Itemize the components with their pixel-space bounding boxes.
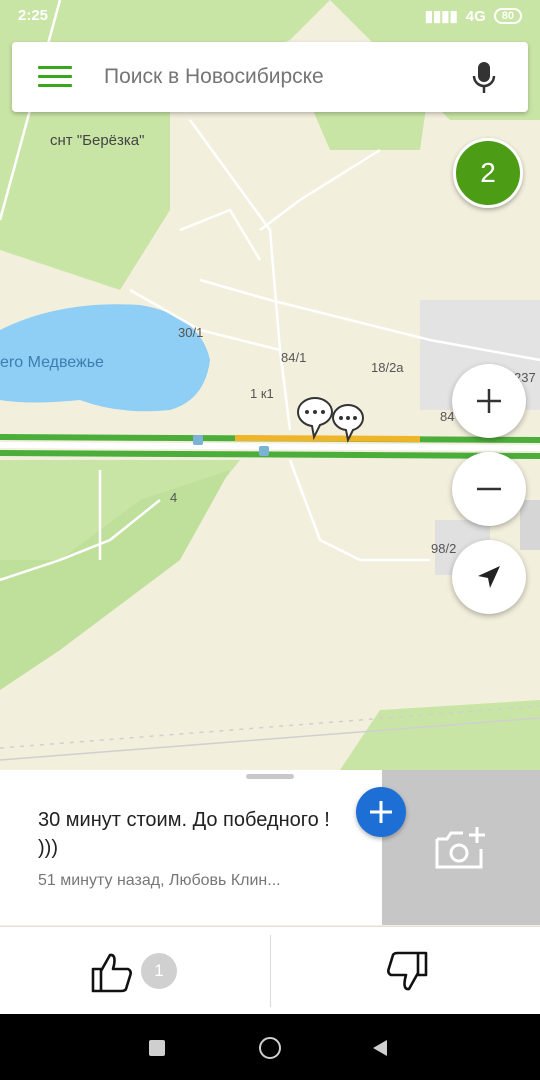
search-bar [12,42,528,112]
camera-plus-icon [435,826,485,868]
back-button[interactable] [371,1038,389,1058]
add-comment-button[interactable] [356,787,406,837]
comment-text: 30 минут стоим. До победного ! ))) [38,809,330,859]
signal-icon: ▮▮▮▮ [424,8,458,25]
map-label: 18/2а [371,360,404,375]
map-label: 30/1 [178,325,204,340]
battery-level: 80 [493,8,522,24]
add-photo-button[interactable] [382,770,540,925]
comment-meta: 51 минуту назад, Любовь Клин... [38,872,281,889]
recents-button[interactable] [149,1040,165,1056]
thumbs-up-icon[interactable] [90,951,134,993]
zoom-in-button[interactable] [452,364,526,438]
minus-icon [477,487,501,491]
like-count: 1 [141,953,177,989]
vote-divider [270,935,271,1007]
map-label: 4 [170,490,178,505]
network-type: 4G [465,7,486,25]
map-label: 1 к1 [250,386,274,401]
map-label: 84 [440,409,455,424]
layers-count-badge[interactable]: 2 [453,138,523,208]
plus-icon [477,389,501,413]
search-input[interactable] [102,64,446,90]
my-location-button[interactable] [452,540,526,614]
map-label: 98/2 [431,541,457,556]
home-button[interactable] [259,1037,281,1059]
map-label: снт "Берёзка" [50,132,145,149]
menu-icon[interactable] [38,66,72,88]
map-label-lake: ero Медвежье [0,354,104,371]
zoom-out-button[interactable] [452,452,526,526]
plus-icon [370,801,392,823]
navigation-arrow-icon [478,566,500,588]
thumbs-down-icon[interactable] [385,951,429,993]
vote-bar: 1 [0,926,540,1015]
microphone-icon[interactable] [470,60,498,96]
system-nav-bar [0,1014,540,1080]
drag-handle[interactable] [246,774,294,779]
map-label: 84/1 [281,350,307,365]
status-time: 2:25 [18,7,49,24]
status-bar: 2:25 ▮▮▮▮ 4G 80 [0,0,540,32]
